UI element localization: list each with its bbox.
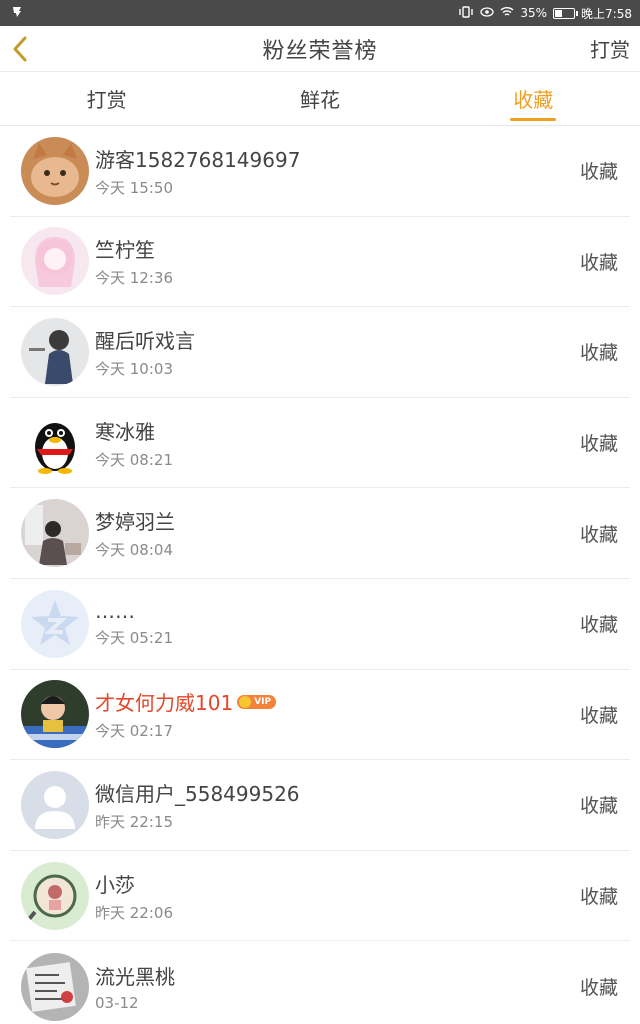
status-bar: 35% 晚上7:58 (0, 0, 640, 26)
fan-info: 小莎昨天 22:06 (89, 869, 580, 923)
fan-name-text: …… (95, 599, 135, 624)
page-title: 粉丝荣誉榜 (262, 38, 378, 64)
chevron-left-icon (13, 36, 27, 61)
fan-name-text: 微信用户_558499526 (95, 781, 300, 806)
tip-button[interactable]: 打赏 (590, 34, 630, 63)
fan-action-label: 收藏 (579, 886, 618, 909)
notification-icon (10, 5, 24, 22)
back-button[interactable] (10, 26, 50, 72)
fan-name-text: 寒冰雅 (95, 419, 155, 444)
fan-action-label: 收藏 (579, 704, 618, 727)
fan-time: 03-12 (95, 994, 139, 1013)
avatar[interactable] (21, 499, 89, 568)
tab-label: 收藏 (513, 88, 554, 112)
fan-name: 寒冰雅 (95, 416, 580, 445)
fan-row[interactable]: 微信用户_558499526 昨天 22:15 收藏 (10, 760, 630, 851)
fan-name: 流光黑桃 (95, 961, 580, 990)
fan-name: 游客1582768149697 (95, 144, 580, 173)
fan-list: 游客1582768149697 今天 15:50 收藏 竺柠笙 今天 12:36 收藏 醒后… (0, 126, 640, 1024)
fan-name: 小莎 (95, 869, 580, 898)
fan-time: 今天 15:50 (95, 178, 173, 197)
fan-name: 醒后听戏言 (95, 325, 580, 354)
fan-time: 今天 08:04 (95, 541, 173, 560)
fan-info: 游客1582768149697 今天 15:50 (89, 144, 580, 198)
fan-name-text: 醒后听戏言 (95, 328, 195, 353)
fan-name: 微信用户_558499526 (95, 778, 580, 807)
fan-time: 今天 10:03 (95, 359, 173, 378)
avatar[interactable] (21, 227, 89, 296)
fan-name: 竺柠笙 (95, 234, 580, 263)
tab-label: 鲜花 (299, 88, 340, 112)
avatar[interactable] (21, 136, 89, 205)
tab-label: 打赏 (86, 88, 127, 112)
eye-icon (480, 6, 495, 20)
fan-row[interactable]: …… 今天 05:21 收藏 (10, 579, 630, 670)
fan-info: …… 今天 05:21 (89, 599, 580, 648)
fan-time: 今天 12:36 (95, 269, 173, 288)
fan-name: 才女何力威101 VIP (95, 687, 580, 716)
fan-row[interactable]: 小莎 昨天 22:06 收藏 (10, 851, 630, 942)
battery-percent: 35% (520, 6, 548, 20)
avatar[interactable] (21, 952, 89, 1021)
avatar[interactable] (21, 589, 89, 658)
fan-time: 昨天 22:06 (95, 903, 173, 922)
fan-row[interactable]: 梦婷羽兰 今天 08:04 收藏 (10, 488, 630, 579)
fan-action-label: 收藏 (579, 251, 618, 274)
fan-row[interactable]: 寒冰雅 今天 08:21 收藏 (10, 398, 630, 489)
fan-name: …… (95, 599, 580, 623)
fan-info: 流光黑桃 03-12 (89, 961, 580, 1012)
tab-0[interactable]: 打赏 (0, 72, 213, 125)
fan-action-label: 收藏 (579, 795, 618, 818)
wifi-icon (500, 6, 514, 20)
battery-icon (553, 7, 579, 19)
fan-name: 梦婷羽兰 (95, 506, 580, 535)
avatar[interactable] (21, 861, 89, 930)
fan-name-text: 游客1582768149697 (95, 147, 301, 172)
fan-name-text: 小莎 (95, 872, 135, 897)
fan-time: 今天 02:17 (95, 722, 173, 741)
tab-1[interactable]: 鲜花 (213, 72, 426, 125)
fan-name-text: 竺柠笙 (95, 238, 155, 263)
fan-action-label: 收藏 (579, 342, 618, 365)
fan-info: 醒后听戏言今天 10:03 (89, 325, 580, 379)
vip-badge: VIP (237, 694, 277, 709)
fan-action-label: 收藏 (579, 161, 618, 184)
clock: 晚上7:58 (581, 6, 632, 21)
avatar[interactable] (21, 680, 89, 749)
fan-row[interactable]: 才女何力威101 VIP 今天 02:17 收藏 (10, 670, 630, 761)
fan-info: 梦婷羽兰今天 08:04 (89, 506, 580, 560)
fan-row[interactable]: 流光黑桃 03-12 收藏 (10, 941, 630, 1024)
vibrate-icon (458, 5, 474, 21)
avatar[interactable] (21, 770, 89, 839)
fan-row[interactable]: 游客1582768149697 今天 15:50 收藏 (10, 126, 630, 217)
fan-action-label: 收藏 (579, 977, 618, 1000)
coin-icon (239, 695, 252, 708)
fan-time: 今天 08:21 (95, 450, 173, 469)
fan-info: 才女何力威101 VIP 今天 02:17 (89, 687, 580, 741)
fan-action-label: 收藏 (579, 523, 618, 546)
fan-time: 今天 05:21 (95, 629, 173, 648)
fan-action-label: 收藏 (579, 614, 618, 637)
tab-2[interactable]: 收藏 (427, 72, 640, 125)
fan-name-text: 流光黑桃 (95, 965, 175, 990)
fan-name-text: 梦婷羽兰 (95, 510, 175, 535)
tab-bar: 打赏 鲜花 收藏 (0, 72, 640, 126)
fan-row[interactable]: 竺柠笙 今天 12:36 收藏 (10, 217, 630, 308)
avatar[interactable] (21, 408, 89, 477)
fan-info: 竺柠笙今天 12:36 (89, 234, 580, 288)
active-tab-indicator (510, 118, 557, 121)
fan-time: 昨天 22:15 (95, 812, 173, 831)
fan-name-text: 才女何力威101 (95, 691, 234, 716)
fan-info: 寒冰雅今天 08:21 (89, 416, 580, 470)
vip-label: VIP (254, 696, 272, 707)
fan-info: 微信用户_558499526 昨天 22:15 (89, 778, 580, 832)
avatar[interactable] (21, 317, 89, 386)
fan-action-label: 收藏 (579, 433, 618, 456)
fan-row[interactable]: 醒后听戏言 今天 10:03 收藏 (10, 307, 630, 398)
title-bar: 粉丝荣誉榜 打赏 (0, 26, 640, 72)
